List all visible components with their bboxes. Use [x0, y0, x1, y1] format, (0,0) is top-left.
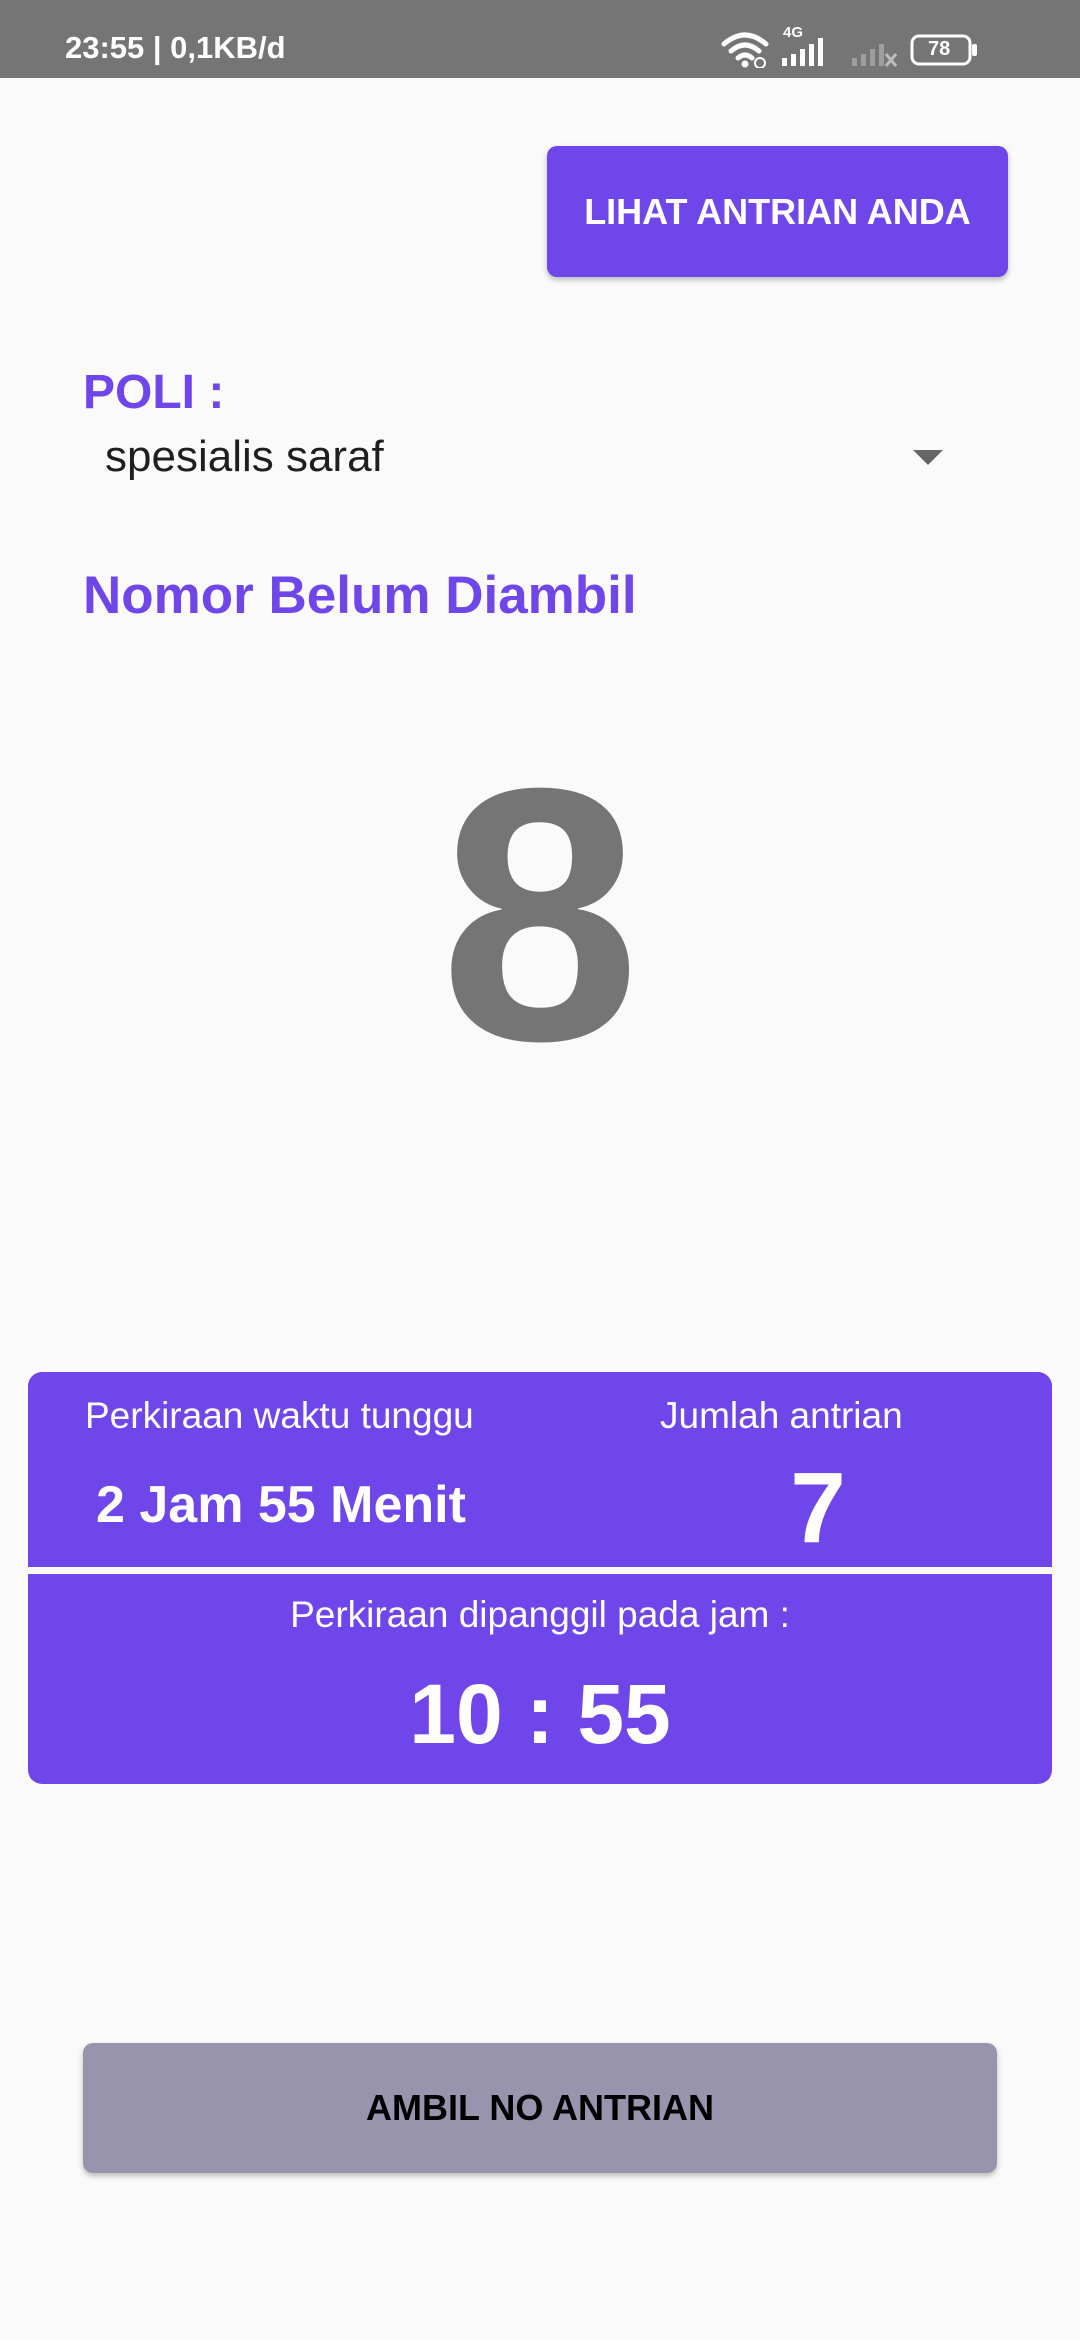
- queue-screen: 23:55 | 0,1KB/d 4G 78 LIHAT ANTRIAN ANDA…: [0, 0, 1080, 2340]
- poli-selected-value: spesialis saraf: [105, 432, 384, 481]
- called-time-label: Perkiraan dipanggil pada jam :: [290, 1594, 790, 1635]
- wifi-icon: [721, 32, 769, 68]
- queue-count-label: Jumlah antrian: [660, 1395, 903, 1436]
- view-queue-button[interactable]: LIHAT ANTRIAN ANDA: [547, 146, 1008, 277]
- wait-time-value: 2 Jam 55 Menit: [96, 1476, 466, 1534]
- current-queue-number: 8: [439, 714, 641, 1116]
- chevron-down-icon: [913, 450, 943, 465]
- info-panel-top: Perkiraan waktu tunggu Jumlah antrian 2 …: [28, 1372, 1052, 1567]
- status-time: 23:55 | 0,1KB/d: [65, 30, 286, 65]
- poli-dropdown[interactable]: spesialis saraf: [83, 420, 963, 500]
- signal-icon: [782, 38, 823, 66]
- queue-count-value: 7: [790, 1452, 846, 1564]
- battery-level: 78: [928, 38, 951, 60]
- queue-status-title: Nomor Belum Diambil: [83, 566, 637, 625]
- status-bar: 23:55 | 0,1KB/d 4G 78: [0, 0, 1080, 78]
- info-panel-bottom: Perkiraan dipanggil pada jam : 10 : 55: [28, 1574, 1052, 1784]
- wait-time-label: Perkiraan waktu tunggu: [85, 1395, 474, 1436]
- take-queue-number-button[interactable]: AMBIL NO ANTRIAN: [83, 2043, 997, 2173]
- poli-label: POLI :: [83, 366, 225, 419]
- called-time-value: 10 : 55: [409, 1667, 671, 1761]
- signal-off-icon: [852, 44, 898, 67]
